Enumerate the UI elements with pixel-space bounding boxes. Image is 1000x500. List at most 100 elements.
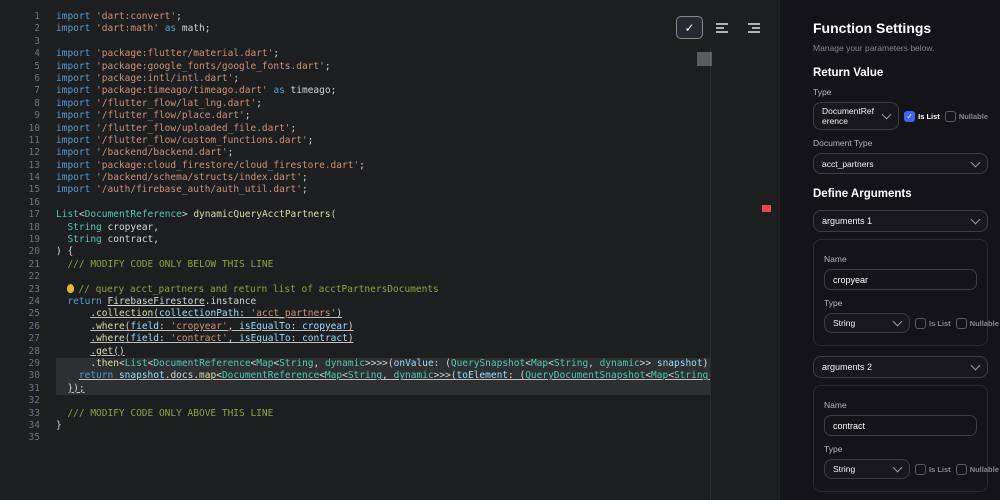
line-number: 29: [28, 357, 40, 369]
chevron-down-icon: [970, 214, 981, 225]
code-line[interactable]: 27 .where(field: 'contract', isEqualTo: …: [0, 333, 710, 345]
code-line[interactable]: 18 String cropyear,: [0, 222, 710, 234]
code-text: .collection(collectionPath: 'acct_partne…: [90, 308, 343, 320]
minimap-divider: [710, 48, 711, 500]
code-line[interactable]: 32: [0, 395, 710, 407]
code-line[interactable]: 24 return FirebaseFirestore.instance: [0, 296, 710, 308]
argument-type-select[interactable]: String: [824, 313, 910, 334]
nullable-checkbox[interactable]: Nullable: [955, 317, 999, 329]
code-text: import 'package:timeago/timeago.dart' as…: [56, 85, 337, 97]
line-number: 9: [34, 110, 40, 122]
code-line[interactable]: 25 .collection(collectionPath: 'acct_par…: [0, 308, 710, 320]
minimap-slider[interactable]: [697, 52, 712, 66]
code-line[interactable]: 2 import 'dart:math' as math;: [0, 23, 710, 35]
type-label: Type: [813, 87, 832, 97]
line-number: 17: [28, 209, 40, 221]
line-number: 4: [34, 48, 40, 60]
code-line[interactable]: 4 import 'package:flutter/material.dart';: [0, 48, 710, 60]
document-type-label: Document Type: [813, 138, 873, 149]
code-line[interactable]: 3: [0, 36, 710, 48]
line-number: 27: [28, 333, 40, 345]
code-line[interactable]: 13 import 'package:cloud_firestore/cloud_…: [0, 160, 710, 172]
code-line[interactable]: 29 .then<List<DocumentReference<Map<Stri…: [0, 357, 710, 371]
panel-subtitle: Manage your parameters below.: [813, 43, 935, 53]
line-number: 15: [28, 184, 40, 196]
line-number: 5: [34, 60, 40, 72]
is-list-checkbox[interactable]: ✓ Is List: [904, 110, 940, 122]
checkbox-icon: [955, 317, 967, 329]
code-text: import '/flutter_flow/lat_lng.dart';: [56, 97, 262, 109]
code-line[interactable]: 11 import '/flutter_flow/custom_functions…: [0, 135, 710, 147]
code-line[interactable]: 17 List<DocumentReference> dynamicQueryAc…: [0, 209, 710, 221]
lightbulb-icon[interactable]: [67, 283, 75, 293]
code-text: import 'dart:math' as math;: [56, 23, 211, 35]
code-line[interactable]: 33 /// MODIFY CODE ONLY ABOVE THIS LINE: [0, 408, 710, 420]
indent-code-button[interactable]: [740, 16, 767, 39]
line-number: 26: [28, 320, 40, 332]
code-text: import '/backend/backend.dart';: [56, 147, 234, 159]
argument-name-input[interactable]: [824, 269, 977, 291]
code-line[interactable]: 19 String contract,: [0, 234, 710, 246]
code-line[interactable]: 6 import 'package:intl/intl.dart';: [0, 73, 710, 85]
code-line[interactable]: 28 .get(): [0, 346, 710, 358]
nullable-checkbox[interactable]: Nullable: [955, 463, 999, 475]
checkbox-icon: [944, 110, 956, 122]
code-line[interactable]: 12 import '/backend/backend.dart';: [0, 147, 710, 159]
code-line[interactable]: 16: [0, 197, 710, 209]
code-text: import 'dart:convert';: [56, 11, 182, 22]
code-line[interactable]: 9 import '/flutter_flow/place.dart';: [0, 110, 710, 122]
code-line[interactable]: 7 import 'package:timeago/timeago.dart' a…: [0, 85, 710, 97]
code-line[interactable]: 26 .where(field: 'cropyear', isEqualTo: …: [0, 321, 710, 333]
code-line[interactable]: 20) {: [0, 246, 710, 258]
code-text: return snapshot.docs.map<DocumentReferen…: [56, 370, 710, 383]
is-list-label: Is List: [929, 464, 951, 474]
argument-type-select[interactable]: String: [824, 459, 910, 480]
line-number: 10: [28, 122, 40, 134]
line-number: 28: [28, 345, 40, 357]
code-line[interactable]: 14 import '/backend/schema/structs/index.…: [0, 172, 710, 184]
document-type-select[interactable]: acct_partners: [813, 153, 988, 175]
code-text: import 'package:cloud_firestore/cloud_fi…: [56, 159, 365, 171]
code-line[interactable]: 30 return snapshot.docs.map<DocumentRefe…: [0, 370, 710, 383]
code-line[interactable]: 21 /// MODIFY CODE ONLY BELOW THIS LINE: [0, 259, 710, 271]
code-lines[interactable]: 1 import 'dart:convert'; 2 import 'dart:mat…: [0, 11, 710, 445]
code-line[interactable]: 5 import 'package:google_fonts/google_fon…: [0, 61, 710, 73]
chevron-down-icon: [970, 157, 981, 168]
line-number: 19: [28, 234, 40, 246]
argument-name-input[interactable]: [824, 415, 977, 437]
argument-header-select[interactable]: arguments 1: [813, 210, 988, 233]
code-text: String contract,: [67, 234, 159, 246]
code-line[interactable]: 10 import '/flutter_flow/uploaded_file.da…: [0, 123, 710, 135]
code-line[interactable]: 34}: [0, 420, 710, 432]
code-text: import '/flutter_flow/custom_functions.d…: [56, 134, 314, 146]
check-save-button[interactable]: ✓: [676, 16, 703, 39]
line-number: 35: [28, 432, 40, 444]
argument-header-select[interactable]: arguments 2: [813, 356, 988, 379]
code-line[interactable]: 31 });: [0, 382, 710, 396]
line-number: 13: [28, 159, 40, 171]
return-type-row: DocumentReference ✓ Is List Nullable: [813, 102, 988, 131]
code-line[interactable]: 23 // query acct_partners and return lis…: [0, 283, 710, 296]
is-list-checkbox[interactable]: Is List: [915, 463, 951, 475]
line-number: 14: [28, 172, 40, 184]
checkbox-icon: [955, 463, 967, 475]
code-text: import 'package:flutter/material.dart';: [56, 48, 280, 60]
code-line[interactable]: 8 import '/flutter_flow/lat_lng.dart';: [0, 98, 710, 110]
format-code-button[interactable]: [708, 16, 735, 39]
is-list-label: Is List: [929, 318, 951, 328]
is-list-checkbox[interactable]: Is List: [915, 317, 951, 329]
line-number: 7: [34, 85, 40, 97]
code-text: });: [56, 382, 710, 396]
code-line[interactable]: 15 import '/auth/firebase_auth/auth_util.…: [0, 184, 710, 196]
nullable-checkbox[interactable]: Nullable: [944, 110, 988, 122]
line-number: 25: [28, 308, 40, 320]
return-type-select[interactable]: DocumentReference: [813, 102, 900, 131]
checkbox-icon: [915, 463, 926, 475]
code-editor[interactable]: 1 import 'dart:convert'; 2 import 'dart:mat…: [0, 0, 779, 500]
code-line[interactable]: 1 import 'dart:convert';: [0, 11, 710, 23]
code-line[interactable]: 22: [0, 271, 710, 283]
code-line[interactable]: 35: [0, 432, 710, 444]
